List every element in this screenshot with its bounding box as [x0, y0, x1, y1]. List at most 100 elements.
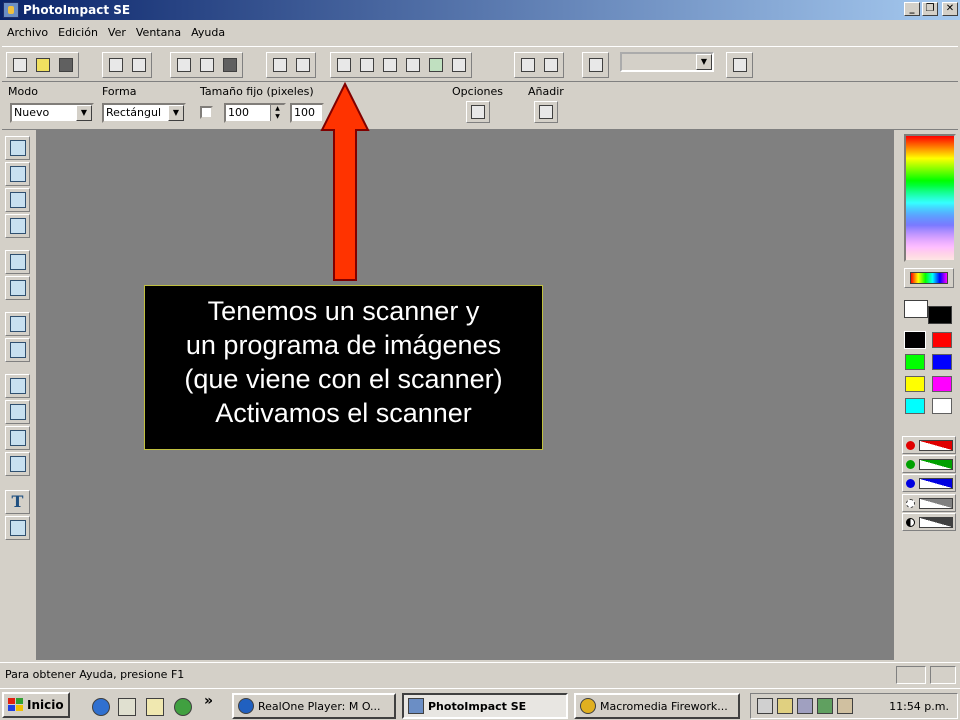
- open-button[interactable]: [31, 54, 54, 76]
- task-photoimpact[interactable]: PhotoImpact SE: [402, 693, 568, 719]
- line-tool[interactable]: [5, 516, 30, 540]
- menu-ventana[interactable]: Ventana: [131, 26, 186, 39]
- opciones-button[interactable]: [466, 101, 490, 123]
- zoom-combo[interactable]: ▼: [620, 52, 714, 72]
- attribute-toolbar: Modo Nuevo ▼ Forma Rectángul ▼ Tamaño fi…: [2, 84, 958, 130]
- transform-tool[interactable]: [5, 312, 30, 336]
- start-button[interactable]: Inicio: [2, 692, 70, 718]
- task-macromedia-fireworks[interactable]: Macromedia Firework...: [574, 693, 740, 719]
- object-manager-button[interactable]: [516, 54, 539, 76]
- tool-panel: T: [0, 130, 34, 660]
- transform-icon: [9, 316, 26, 332]
- print-preview-button[interactable]: [127, 54, 150, 76]
- task-label-fireworks: Macromedia Firework...: [600, 699, 728, 713]
- brightness-button[interactable]: [401, 54, 424, 76]
- layout-button[interactable]: [539, 54, 562, 76]
- clock[interactable]: 11:54 p.m.: [889, 700, 949, 713]
- menu-edicion[interactable]: Edición: [53, 26, 103, 39]
- height-field[interactable]: 100: [290, 103, 324, 123]
- context-help-button[interactable]: [728, 54, 751, 76]
- display-icon[interactable]: [797, 698, 813, 714]
- swatch-black[interactable]: [904, 331, 926, 349]
- tone-map-button[interactable]: [355, 54, 378, 76]
- network-icon[interactable]: [777, 698, 793, 714]
- callout-line-1: Tenemos un scanner y: [207, 296, 480, 326]
- update-icon[interactable]: [817, 698, 833, 714]
- fill-pattern-tool[interactable]: [5, 426, 30, 450]
- internet-explorer-icon[interactable]: [92, 698, 110, 716]
- brightness-control[interactable]: [902, 494, 956, 512]
- bezier-tool[interactable]: [5, 214, 30, 238]
- retouch-tool[interactable]: [5, 338, 30, 362]
- anadir-button[interactable]: [534, 101, 558, 123]
- fixed-size-checkbox[interactable]: [200, 106, 213, 119]
- swatch-cyan[interactable]: [905, 398, 925, 414]
- photoimpact-app-icon[interactable]: [3, 2, 19, 18]
- swatch-green[interactable]: [905, 354, 925, 370]
- width-spinner[interactable]: ▲ ▼: [270, 105, 284, 121]
- image-effect-button[interactable]: [424, 54, 447, 76]
- tray-app-icon[interactable]: [837, 698, 853, 714]
- task-realone-player[interactable]: RealOne Player: M O...: [232, 693, 396, 719]
- quicklaunch-chevron[interactable]: »: [204, 693, 213, 709]
- red-channel-control[interactable]: [902, 436, 956, 454]
- paste-button[interactable]: [218, 54, 241, 76]
- show-desktop-icon[interactable]: [118, 698, 136, 716]
- background-color-swatch[interactable]: [904, 300, 928, 318]
- task-label-realone: RealOne Player: M O...: [258, 699, 381, 713]
- swatch-yellow[interactable]: [905, 376, 925, 392]
- forma-select[interactable]: Rectángul ▼: [102, 103, 186, 123]
- zoom-tool[interactable]: [5, 276, 30, 300]
- paint-tool[interactable]: [5, 374, 30, 398]
- blue-dot-icon: [906, 479, 915, 488]
- menu-archivo[interactable]: Archivo: [2, 26, 53, 39]
- foreground-color-swatch[interactable]: [928, 306, 952, 324]
- swatch-blue[interactable]: [932, 354, 952, 370]
- width-field[interactable]: 100 ▲ ▼: [224, 103, 286, 123]
- swatch-red[interactable]: [932, 332, 952, 348]
- scan-acquire-button[interactable]: [332, 54, 355, 76]
- close-button[interactable]: ✕: [942, 2, 958, 16]
- callout-line-3: (que viene con el scanner): [184, 364, 503, 394]
- eyedropper-tool[interactable]: [5, 250, 30, 274]
- pick-tool[interactable]: [5, 136, 30, 160]
- save-button[interactable]: [54, 54, 77, 76]
- blue-channel-control[interactable]: [902, 474, 956, 492]
- menu-ayuda[interactable]: Ayuda: [186, 26, 230, 39]
- swatch-white[interactable]: [932, 398, 952, 414]
- green-channel-control[interactable]: [902, 455, 956, 473]
- menu-bar: Archivo Edición Ver Ventana Ayuda: [0, 20, 960, 44]
- explorer-icon[interactable]: [146, 698, 164, 716]
- text-tool[interactable]: T: [5, 490, 30, 514]
- clone-tool[interactable]: [5, 400, 30, 424]
- modo-select[interactable]: Nuevo ▼: [10, 103, 94, 123]
- undo-button[interactable]: [268, 54, 291, 76]
- restore-button[interactable]: ❐: [922, 2, 938, 16]
- photoimpact-icon: [408, 698, 424, 714]
- contrast-control[interactable]: [902, 513, 956, 531]
- tone-map-icon: [359, 58, 374, 72]
- fill-tool[interactable]: [5, 452, 30, 476]
- red-dot-icon: [906, 441, 915, 450]
- palette-options-button[interactable]: [904, 268, 954, 288]
- new-button[interactable]: [8, 54, 31, 76]
- lasso-tool[interactable]: [5, 162, 30, 186]
- minimize-button[interactable]: _: [904, 2, 920, 16]
- window-status-icon[interactable]: [930, 666, 956, 684]
- color-spectrum-picker[interactable]: [904, 134, 956, 262]
- print-button[interactable]: [104, 54, 127, 76]
- menu-ver[interactable]: Ver: [103, 26, 131, 39]
- swatch-magenta[interactable]: [932, 376, 952, 392]
- panel-toggle-button[interactable]: [584, 54, 607, 76]
- magic-wand-tool[interactable]: [5, 188, 30, 212]
- balance-button[interactable]: [378, 54, 401, 76]
- magnifier-icon: [9, 280, 26, 296]
- cut-button[interactable]: [172, 54, 195, 76]
- duplicate-button[interactable]: [447, 54, 470, 76]
- ruler-status-icon[interactable]: [896, 666, 926, 684]
- quicklaunch-app-icon[interactable]: [174, 698, 192, 716]
- eyedropper-icon: [9, 254, 26, 270]
- volume-icon[interactable]: [757, 698, 773, 714]
- redo-button[interactable]: [291, 54, 314, 76]
- copy-button[interactable]: [195, 54, 218, 76]
